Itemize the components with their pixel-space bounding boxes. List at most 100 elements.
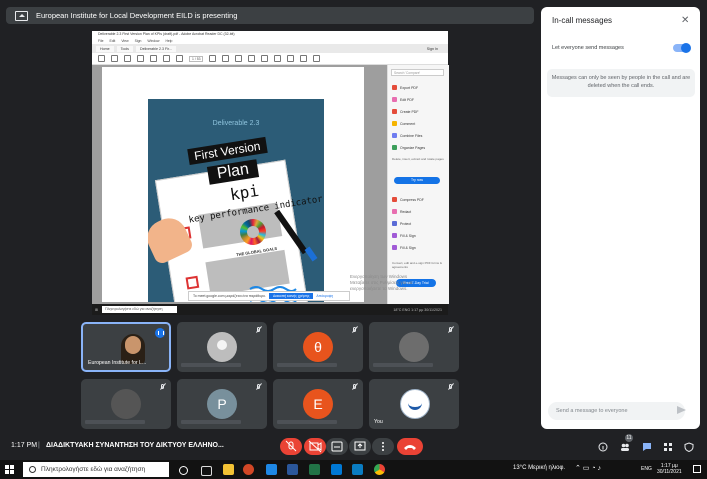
participant-tile[interactable] — [369, 322, 459, 372]
cover-image: Deliverable 2.3 THE GLOBAL GOALS First V… — [148, 99, 324, 302]
notifications-icon[interactable] — [693, 465, 701, 473]
participant-name-bar — [181, 420, 241, 424]
participant-tile[interactable]: E — [273, 379, 363, 429]
menu-edit: Edit — [109, 39, 116, 43]
document-page: Deliverable 2.3 THE GLOBAL GOALS First V… — [102, 67, 364, 302]
print-icon — [124, 55, 131, 62]
page-up-icon — [163, 55, 170, 62]
participant-name: You — [374, 419, 383, 425]
tool-create-pdf: Create PDF — [392, 107, 447, 116]
edge-icon[interactable] — [266, 464, 277, 475]
hand-icon — [222, 55, 230, 62]
acrobat-toolbar: 1 / 53 — [92, 53, 448, 65]
tool-comment: Comment — [392, 119, 447, 128]
menu-help: Help — [165, 39, 173, 43]
participant-name-bar — [277, 363, 337, 367]
pen-tip — [304, 246, 318, 262]
menu-sign: Sign — [134, 39, 142, 43]
mail-icon — [137, 55, 144, 62]
tool-fill-sign-2: Fill & Sign — [392, 243, 447, 252]
shared-tray: 18°C ENG 1:17 μμ 30/11/2021 — [393, 307, 442, 312]
host-controls-icon[interactable] — [684, 442, 694, 452]
photo-avatar — [399, 332, 429, 362]
share-icon — [313, 55, 321, 62]
mail-app-icon[interactable] — [331, 464, 342, 475]
cortana-icon[interactable] — [179, 466, 188, 475]
close-icon[interactable]: ✕ — [681, 15, 689, 26]
acrobat-tabs: Home Tools Deliverable 2.3 Fir... Sign I… — [92, 44, 448, 53]
excel-icon[interactable] — [309, 464, 320, 475]
taskbar-search[interactable]: Πληκτρολογήστε εδώ για αναζήτηση — [23, 462, 169, 477]
tools-description: Delete, insert, extract and rotate pages — [392, 157, 444, 161]
stop-sharing-button: Διακοπή κοινής χρήσης — [268, 293, 314, 299]
present-screen-icon — [15, 10, 28, 21]
weather-widget[interactable]: 13°C Μερική ηλιοφ. — [513, 465, 565, 471]
fit-icon — [261, 55, 269, 62]
sdg-wheel-icon — [240, 219, 266, 245]
info-icon[interactable] — [598, 442, 608, 452]
panel-title: In-call messages — [552, 16, 613, 25]
input-language[interactable]: ENG — [641, 466, 652, 472]
word-icon[interactable] — [287, 464, 298, 475]
photo-avatar — [111, 389, 141, 419]
participant-tile[interactable] — [81, 379, 171, 429]
menu-window: Window — [147, 39, 160, 43]
zoom-icon — [150, 55, 157, 62]
participant-tile[interactable]: θ — [273, 322, 363, 372]
participant-tile-presenter[interactable]: European Institute for L... — [81, 322, 171, 372]
system-clock[interactable]: 1:17 μμ 30/11/2021 — [657, 463, 682, 475]
tools-search: Search 'Compare' — [391, 69, 444, 76]
chrome-icon[interactable] — [374, 464, 385, 475]
send-icon[interactable] — [677, 406, 686, 414]
shared-screen: Deliverable 2.3 First Version Plan of KP… — [92, 31, 449, 304]
zoom-out-icon — [235, 55, 243, 62]
promo-text: Convert, edit and e-sign PDF forms & agr… — [392, 261, 442, 269]
camera-off-button[interactable] — [304, 438, 326, 455]
shared-search: Πληκτρολογήστε εδώ για αναζήτηση — [102, 306, 178, 313]
camera-off-icon — [308, 440, 322, 453]
file-explorer-icon[interactable] — [223, 464, 234, 475]
powerpoint-icon[interactable] — [243, 464, 254, 475]
default-avatar-icon — [207, 332, 237, 362]
present-button[interactable] — [349, 438, 371, 455]
zoom-in-icon — [248, 55, 256, 62]
chat-icon[interactable] — [642, 442, 652, 452]
captions-button[interactable] — [326, 438, 348, 455]
mic-off-button[interactable] — [280, 438, 302, 455]
participant-tile[interactable] — [177, 322, 267, 372]
redact-icon — [392, 209, 397, 214]
comment-icon — [274, 55, 282, 62]
menu-file: File — [98, 39, 104, 43]
store-icon[interactable] — [352, 464, 363, 475]
message-input[interactable]: Send a message to everyone — [548, 402, 685, 420]
mic-off-icon — [285, 440, 297, 452]
tab-home: Home — [96, 45, 114, 52]
participant-name-bar — [85, 420, 145, 424]
tray-icons[interactable]: ⌃ ▭ ◔ ♪ — [575, 464, 601, 472]
page-down-icon — [176, 55, 183, 62]
activities-icon[interactable] — [663, 442, 673, 452]
windows-taskbar: Πληκτρολογήστε εδώ για αναζήτηση 13°C Με… — [0, 460, 707, 479]
menu-view: View — [121, 39, 129, 43]
try-now-button: Try now — [394, 177, 440, 184]
windows-start-icon[interactable] — [5, 465, 14, 474]
acrobat-tools-panel: Search 'Compare' Export PDF Edit PDF Cre… — [387, 65, 449, 304]
tool-redact: Redact — [392, 207, 447, 216]
separator: | — [38, 442, 40, 449]
tab-document: Deliverable 2.3 Fir... — [135, 45, 176, 52]
participant-tile[interactable]: P — [177, 379, 267, 429]
more-options-button[interactable] — [372, 438, 394, 455]
participant-name: European Institute for L... — [88, 360, 147, 366]
leave-call-button[interactable] — [397, 438, 423, 455]
people-icon[interactable] — [620, 442, 630, 452]
participant-name-bar — [373, 363, 433, 367]
muted-mic-icon — [160, 384, 165, 390]
send-messages-toggle[interactable] — [673, 43, 691, 53]
more-vert-icon — [382, 442, 384, 451]
tool-edit-pdf: Edit PDF — [392, 95, 447, 104]
participant-tile-self[interactable]: You — [369, 379, 459, 429]
sign-in-link: Sign In — [426, 46, 438, 51]
task-view-icon[interactable] — [201, 466, 212, 476]
share-notice-bar: Το meet.google.com μοιράζεται ένα παράθυ… — [188, 291, 350, 301]
muted-mic-icon — [256, 327, 261, 333]
